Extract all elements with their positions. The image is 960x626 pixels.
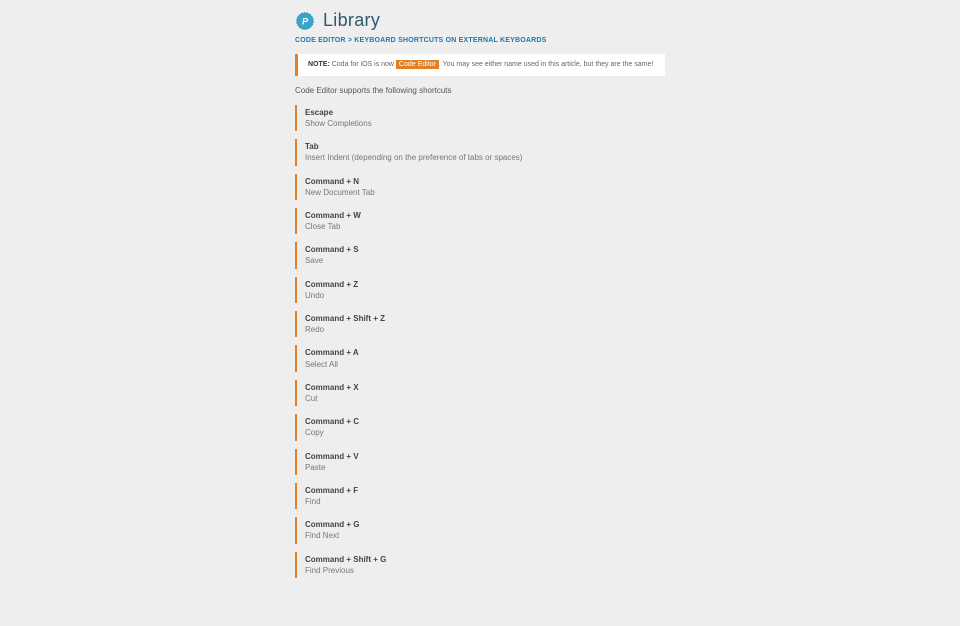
note-highlight: Code Editor bbox=[396, 60, 439, 69]
svg-text:P: P bbox=[302, 16, 309, 26]
note-label: NOTE: bbox=[308, 61, 330, 68]
shortcut-item: Command + VPaste bbox=[295, 449, 665, 475]
shortcut-keys: Command + V bbox=[305, 451, 665, 462]
shortcut-description: Show Completions bbox=[305, 118, 665, 129]
shortcuts-list: EscapeShow Completions TabInsert Indent (… bbox=[295, 105, 665, 578]
page: P Library CODE EDITOR > KEYBOARD SHORTCU… bbox=[295, 0, 665, 626]
logo-icon: P bbox=[295, 11, 315, 31]
shortcut-keys: Command + A bbox=[305, 347, 665, 358]
shortcut-item: Command + ZUndo bbox=[295, 277, 665, 303]
shortcut-description: Undo bbox=[305, 290, 665, 301]
shortcut-keys: Command + N bbox=[305, 176, 665, 187]
intro-text: Code Editor supports the following short… bbox=[295, 86, 665, 95]
shortcut-item: Command + Shift + ZRedo bbox=[295, 311, 665, 337]
shortcut-keys: Command + S bbox=[305, 244, 665, 255]
shortcut-description: Find bbox=[305, 496, 665, 507]
shortcut-keys: Command + W bbox=[305, 210, 665, 221]
shortcut-description: Cut bbox=[305, 393, 665, 404]
shortcut-item: Command + FFind bbox=[295, 483, 665, 509]
breadcrumb-link-keyboard-shortcuts[interactable]: KEYBOARD SHORTCUTS ON EXTERNAL KEYBOARDS bbox=[354, 37, 546, 44]
shortcut-item: Command + CCopy bbox=[295, 414, 665, 440]
shortcut-keys: Tab bbox=[305, 141, 665, 152]
breadcrumb-separator: > bbox=[346, 37, 355, 44]
note-text-after: . You may see either name used in this a… bbox=[439, 61, 653, 68]
shortcut-item: Command + NNew Document Tab bbox=[295, 174, 665, 200]
page-title: Library bbox=[323, 10, 380, 31]
shortcut-description: Select All bbox=[305, 359, 665, 370]
shortcut-description: Redo bbox=[305, 324, 665, 335]
shortcut-description: Insert Indent (depending on the preferen… bbox=[305, 152, 665, 163]
shortcut-item: TabInsert Indent (depending on the prefe… bbox=[295, 139, 665, 165]
note-text-before: Coda for iOS is now bbox=[330, 61, 396, 68]
shortcut-item: Command + WClose Tab bbox=[295, 208, 665, 234]
shortcut-keys: Command + C bbox=[305, 416, 665, 427]
shortcut-keys: Command + Shift + G bbox=[305, 554, 665, 565]
shortcut-description: Save bbox=[305, 255, 665, 266]
shortcut-description: Copy bbox=[305, 427, 665, 438]
shortcut-item: Command + SSave bbox=[295, 242, 665, 268]
header: P Library bbox=[295, 10, 665, 31]
shortcut-keys: Command + Shift + Z bbox=[305, 313, 665, 324]
note-box: NOTE: Coda for iOS is now Code Editor. Y… bbox=[295, 54, 665, 76]
shortcut-description: Find Previous bbox=[305, 565, 665, 576]
shortcut-item: Command + ASelect All bbox=[295, 345, 665, 371]
shortcut-description: New Document Tab bbox=[305, 187, 665, 198]
shortcut-item: Command + Shift + GFind Previous bbox=[295, 552, 665, 578]
shortcut-keys: Command + X bbox=[305, 382, 665, 393]
shortcut-item: EscapeShow Completions bbox=[295, 105, 665, 131]
shortcut-description: Close Tab bbox=[305, 221, 665, 232]
shortcut-keys: Escape bbox=[305, 107, 665, 118]
shortcut-item: Command + XCut bbox=[295, 380, 665, 406]
breadcrumb: CODE EDITOR > KEYBOARD SHORTCUTS ON EXTE… bbox=[295, 37, 665, 44]
shortcut-description: Paste bbox=[305, 462, 665, 473]
shortcut-keys: Command + Z bbox=[305, 279, 665, 290]
shortcut-keys: Command + G bbox=[305, 519, 665, 530]
breadcrumb-link-code-editor[interactable]: CODE EDITOR bbox=[295, 37, 346, 44]
shortcut-keys: Command + F bbox=[305, 485, 665, 496]
